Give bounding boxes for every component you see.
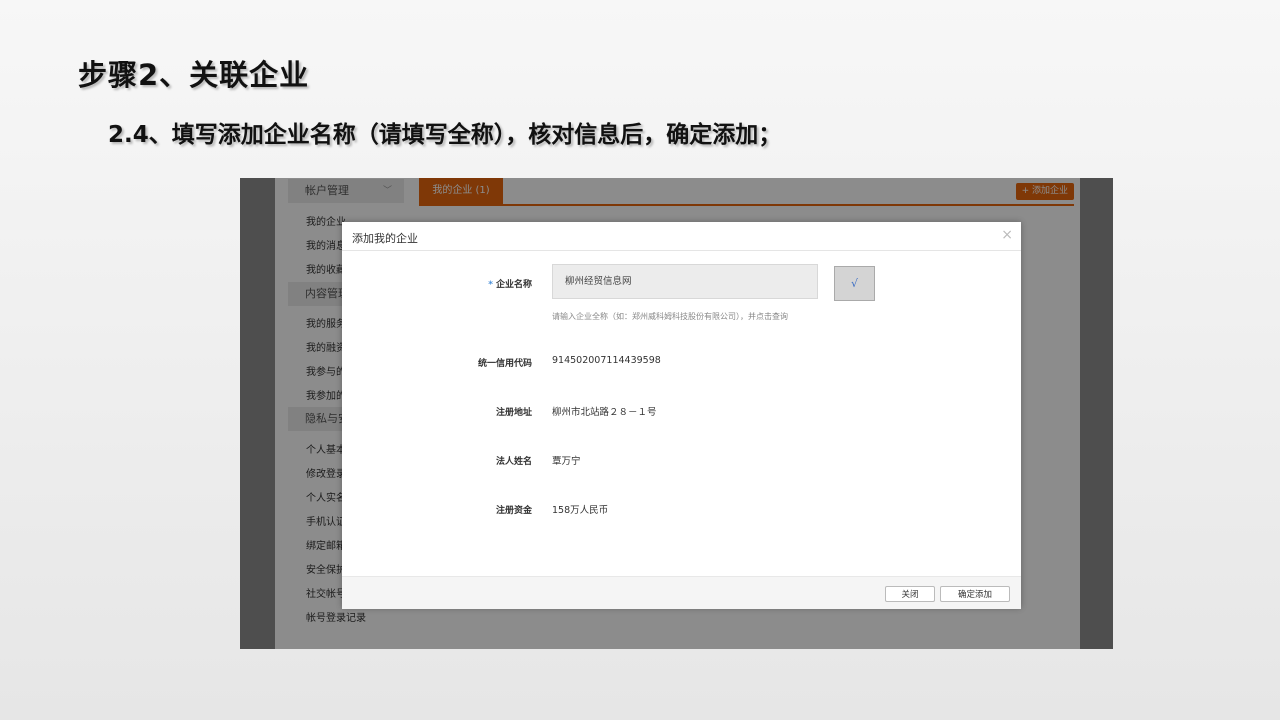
dialog-header: 添加我的企业 × [342,222,1021,251]
dialog-footer: 关闭 确定添加 [342,576,1021,609]
legal-person-label: 法人姓名 [495,457,532,467]
credit-code-value: 914502007114439598 [552,355,661,366]
required-mark: * [488,280,493,290]
credit-code-label: 统一信用代码 [477,359,532,369]
company-name-label: * 企业名称 [442,277,532,290]
slide-title: 步骤2、关联企业 [78,58,310,92]
confirm-add-button[interactable]: 确定添加 [940,586,1010,602]
capital-value: 158万人民币 [552,505,609,516]
close-button[interactable]: 关闭 [885,586,935,602]
company-name-hint: 请输入企业全称（如：郑州威科姆科技股份有限公司），并点击查询 [552,312,788,321]
legal-person-value: 覃万宁 [552,456,581,467]
slide-subtitle: 2.4、填写添加企业名称（请填写全称），核对信息后，确定添加； [108,122,782,148]
address-label: 注册地址 [495,408,532,418]
company-name-label-text: 企业名称 [495,280,532,290]
capital-label: 注册资金 [495,506,532,516]
add-company-dialog: 添加我的企业 × * 企业名称 柳州经贸信息网 √ 请输入企业全称（如：郑州威科姆… [342,222,1021,609]
dialog-title: 添加我的企业 [352,232,418,245]
query-button[interactable]: √ [834,266,875,301]
address-value: 柳州市北站路２８－１号 [552,407,657,418]
close-icon[interactable]: × [1001,227,1013,243]
screenshot-frame: 帐户管理 ﹀ 我的企业 我的消息 我的收藏 内容管理 我的服务 我的融资 我参与… [240,178,1113,649]
company-name-input[interactable]: 柳州经贸信息网 [552,264,818,299]
